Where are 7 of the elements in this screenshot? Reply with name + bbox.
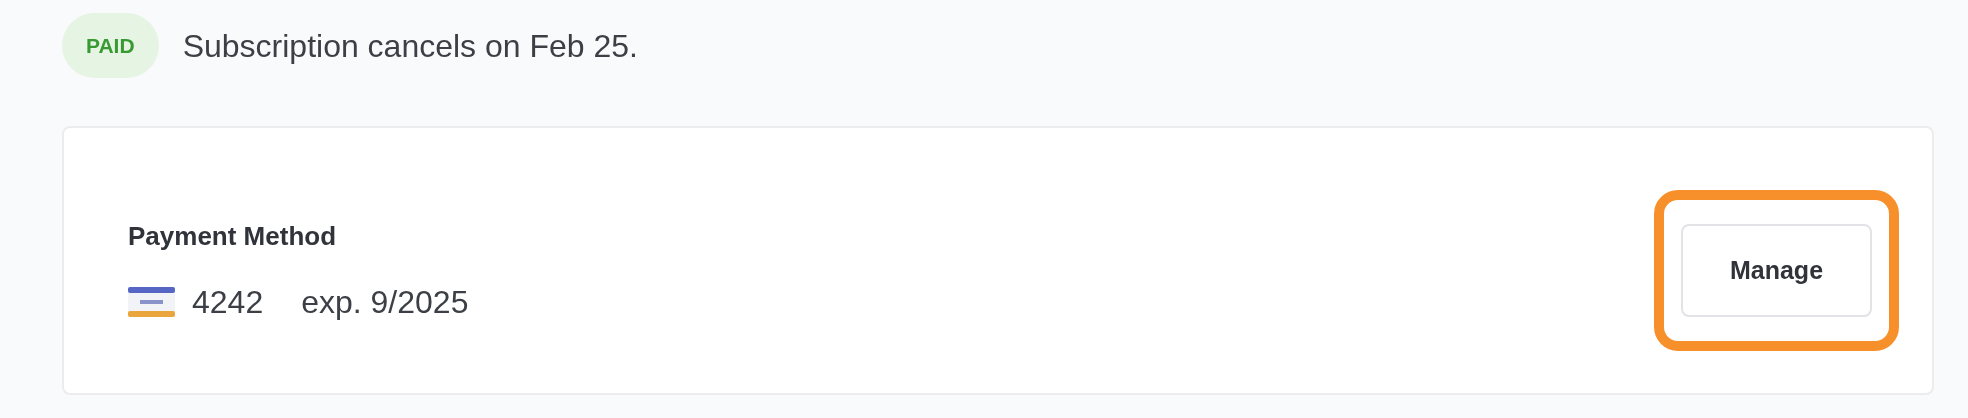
- card-number: 4242: [192, 283, 264, 322]
- status-message: Subscription cancels on Feb 25.: [182, 26, 638, 66]
- status-badge: PAID: [62, 13, 159, 78]
- payment-method-title: Payment Method: [128, 220, 338, 253]
- card-expiry: exp. 9/2025: [301, 283, 469, 322]
- manage-button[interactable]: Manage: [1681, 224, 1872, 317]
- credit-card-icon: [128, 287, 175, 317]
